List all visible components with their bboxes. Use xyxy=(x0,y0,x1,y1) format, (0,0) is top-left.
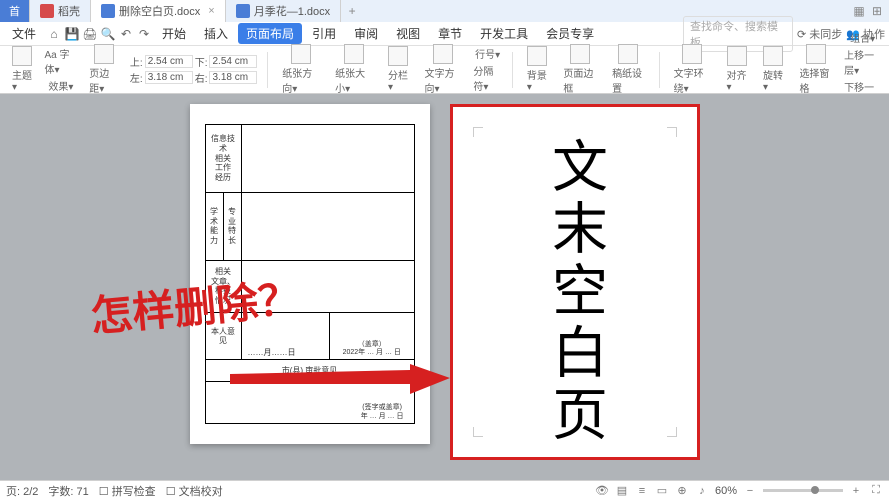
columns-button[interactable]: 分栏▾ xyxy=(384,46,412,93)
margin-values: 上:2.54 cm下:2.54 cm 左:3.18 cm右:3.18 cm xyxy=(130,54,258,85)
new-tab-button[interactable]: + xyxy=(341,4,363,18)
daoke-icon xyxy=(40,4,54,18)
spellcheck-toggle[interactable]: ☐ 拼写检查 xyxy=(99,483,156,499)
paper-button[interactable]: 稿纸设置 xyxy=(608,44,649,95)
bg-icon xyxy=(527,46,547,66)
blank-page-label: 文末空白页 xyxy=(547,137,603,447)
statusbar: 页: 2/2 字数: 71 ☐ 拼写检查 ☐ 文档校对 👁 ▤ ≡ ▭ ⊕ ♪ … xyxy=(0,480,889,500)
papersize-icon xyxy=(344,44,364,64)
group-button[interactable]: 组合▾ xyxy=(850,30,875,45)
border-button[interactable]: 页面边框 xyxy=(559,44,600,95)
proofread-toggle[interactable]: ☐ 文档校对 xyxy=(166,483,223,499)
save-icon[interactable]: 💾 xyxy=(64,26,80,42)
orientation-button[interactable]: 纸张方向▾ xyxy=(278,44,323,95)
themes-button[interactable]: 主题▾ xyxy=(8,46,36,93)
rotate-icon xyxy=(763,46,783,66)
redo-icon[interactable]: ↷ xyxy=(136,26,152,42)
annotation-arrow xyxy=(230,364,450,394)
menu-start[interactable]: 开始 xyxy=(154,23,194,44)
zoom-out-button[interactable]: − xyxy=(743,484,757,498)
menu-devtools[interactable]: 开发工具 xyxy=(472,23,536,44)
effects-button[interactable]: 效果▾ xyxy=(48,78,73,93)
breaks-button[interactable]: 分隔符▾ xyxy=(473,63,502,93)
pane-icon xyxy=(806,44,826,64)
menu-insert[interactable]: 插入 xyxy=(196,23,236,44)
wrap-icon xyxy=(682,44,702,64)
document-workspace[interactable]: 信息技术 相关 工作 经历 学 术 能 力 专 业 特 长 相关 文章、 科技 … xyxy=(0,94,889,480)
view-fullscreen-icon[interactable]: ⊕ xyxy=(675,484,689,498)
zoom-level: 60% xyxy=(715,485,737,497)
menu-review[interactable]: 审阅 xyxy=(346,23,386,44)
tab-doc-2[interactable]: 月季花—1.docx xyxy=(226,0,341,22)
print-icon[interactable]: 🖨 xyxy=(82,26,98,42)
undo-icon[interactable]: ↶ xyxy=(118,26,134,42)
sync-status[interactable]: ⟳ 未同步 xyxy=(797,26,842,42)
zoom-slider[interactable] xyxy=(763,489,843,492)
margin-bottom-input[interactable]: 2.54 cm xyxy=(209,55,257,68)
view-read-icon[interactable]: 👁 xyxy=(595,484,609,498)
tab-daoke[interactable]: 稻壳 xyxy=(30,0,91,22)
margin-left-input[interactable]: 3.18 cm xyxy=(145,71,193,84)
page-2-highlighted: 文末空白页 xyxy=(450,104,700,460)
bg-button[interactable]: 背景▾ xyxy=(523,46,551,93)
view-tools-icon[interactable]: ♪ xyxy=(695,484,709,498)
papersize-button[interactable]: 纸张大小▾ xyxy=(331,44,376,95)
wrap-button[interactable]: 文字环绕▾ xyxy=(670,44,715,95)
close-icon[interactable]: × xyxy=(208,5,214,17)
preview-icon[interactable]: 🔍 xyxy=(100,26,116,42)
margin-right-input[interactable]: 3.18 cm xyxy=(209,71,257,84)
page-margin-button[interactable]: 页边距▾ xyxy=(85,44,122,95)
home-icon[interactable]: ⌂ xyxy=(46,26,62,42)
linenum-button[interactable]: 行号▾ xyxy=(475,46,500,61)
page-count: 页: 2/2 xyxy=(6,483,38,499)
margin-top-input[interactable]: 2.54 cm xyxy=(145,55,193,68)
textdir-icon xyxy=(433,44,453,64)
orientation-icon xyxy=(291,44,311,64)
menu-members[interactable]: 会员专享 xyxy=(538,23,602,44)
moveup-button[interactable]: 上移一层▾ xyxy=(844,47,881,77)
fonts-button[interactable]: Aa 字体▾ xyxy=(44,46,77,76)
rotate-button[interactable]: 旋转▾ xyxy=(759,46,787,93)
themes-icon xyxy=(12,46,32,66)
columns-icon xyxy=(388,46,408,66)
menu-view[interactable]: 视图 xyxy=(388,23,428,44)
doc-icon xyxy=(101,4,115,18)
border-icon xyxy=(570,44,590,64)
ribbon-layout: 主题▾ Aa 字体▾ 效果▾ 页边距▾ 上:2.54 cm下:2.54 cm 左:… xyxy=(0,46,889,94)
margin-icon xyxy=(94,44,114,64)
menu-layout[interactable]: 页面布局 xyxy=(238,23,302,44)
align-icon xyxy=(727,46,747,66)
textdir-button[interactable]: 文字方向▾ xyxy=(421,44,466,95)
doc-icon xyxy=(236,4,250,18)
zoom-in-button[interactable]: + xyxy=(849,484,863,498)
fit-page-button[interactable]: ⛶ xyxy=(869,484,883,498)
pane-button[interactable]: 选择窗格 xyxy=(795,44,836,95)
paper-icon xyxy=(618,44,638,64)
menubar: 文件 ⌂ 💾 🖨 🔍 ↶ ↷ 开始 插入 页面布局 引用 审阅 视图 章节 开发… xyxy=(0,22,889,46)
view-print-icon[interactable]: ▤ xyxy=(615,484,629,498)
tab-home[interactable]: 首 xyxy=(0,0,30,22)
word-count: 字数: 71 xyxy=(48,483,88,499)
menu-chapter[interactable]: 章节 xyxy=(430,23,470,44)
view-web-icon[interactable]: ▭ xyxy=(655,484,669,498)
align-button[interactable]: 对齐▾ xyxy=(722,46,750,93)
menu-file[interactable]: 文件 xyxy=(4,23,44,44)
menu-refs[interactable]: 引用 xyxy=(304,23,344,44)
view-outline-icon[interactable]: ≡ xyxy=(635,484,649,498)
tab-doc-active[interactable]: 删除空白页.docx× xyxy=(91,0,226,22)
